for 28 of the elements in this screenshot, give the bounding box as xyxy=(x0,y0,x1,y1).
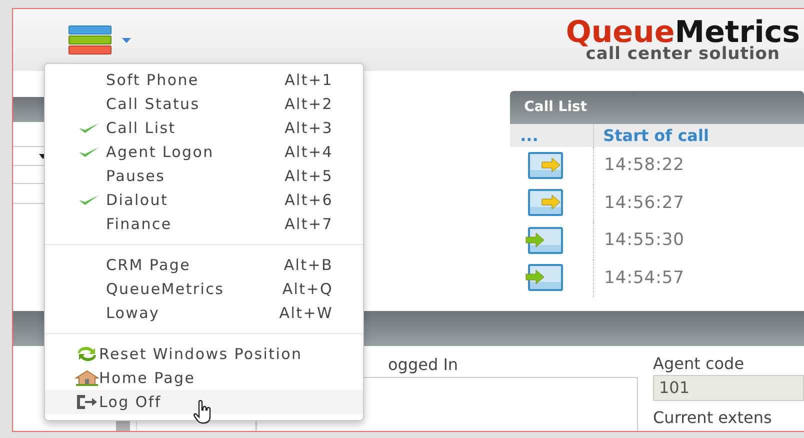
call-time: 14:55:30 xyxy=(603,229,684,252)
home-icon xyxy=(75,370,99,386)
menu-item[interactable]: Dialout Alt+6 xyxy=(45,188,363,212)
logout-icon xyxy=(75,394,99,410)
menu-item[interactable]: Agent Logon Alt+4 xyxy=(45,140,363,164)
agent-code-field[interactable]: 101 xyxy=(653,375,804,401)
field-label: Agent code xyxy=(653,353,746,375)
menu-item[interactable]: Reset Windows Position xyxy=(45,342,363,366)
menu-item[interactable]: Finance Alt+7 xyxy=(45,212,363,236)
menu-item[interactable]: QueueMetrics Alt+Q xyxy=(45,277,363,301)
call-time: 14:58:22 xyxy=(603,154,684,177)
panel-title: Call List xyxy=(510,91,804,124)
menu-item[interactable]: Loway Alt+W xyxy=(45,301,363,325)
menu-item[interactable]: Pauses Alt+5 xyxy=(45,164,363,188)
call-icon[interactable] xyxy=(524,226,564,255)
menu-item[interactable]: Call List Alt+3 xyxy=(45,116,363,140)
call-icon[interactable] xyxy=(524,264,564,292)
menu-item[interactable]: Call Status Alt+2 xyxy=(45,92,363,116)
menu-item[interactable]: Soft Phone Alt+1 xyxy=(45,68,363,92)
menu-item[interactable]: Home Page xyxy=(45,366,363,390)
caret-icon xyxy=(122,38,131,42)
menu-button[interactable] xyxy=(68,25,131,55)
refresh-icon xyxy=(75,346,99,362)
stacked-bars-icon xyxy=(68,25,112,55)
call-time: 14:56:27 xyxy=(603,192,684,214)
field-label: Current extens xyxy=(653,407,773,429)
call-time: 14:54:57 xyxy=(603,266,684,290)
menu-item[interactable]: CRM Page Alt+B xyxy=(45,253,363,277)
